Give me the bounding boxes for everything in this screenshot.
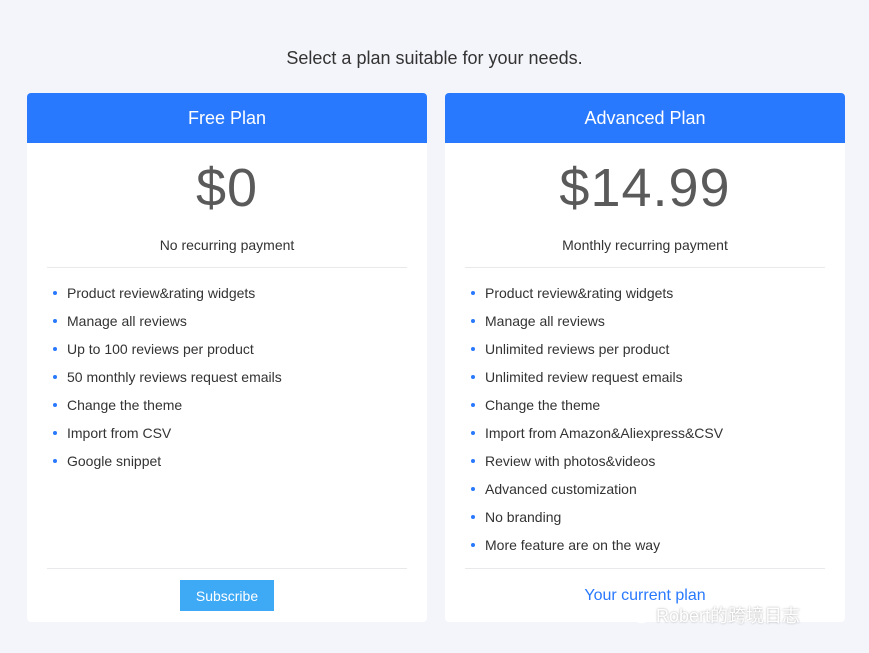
feature-item: Change the theme [471, 394, 845, 422]
plan-card-advanced: Advanced Plan $14.99 Monthly recurring p… [445, 93, 845, 622]
bullet-icon [471, 319, 475, 323]
plan-name: Free Plan [27, 93, 427, 143]
watermark: Robert的跨境日志 [626, 602, 800, 628]
bullet-icon [53, 347, 57, 351]
feature-item: Manage all reviews [53, 310, 427, 338]
feature-item: 50 monthly reviews request emails [53, 366, 427, 394]
feature-item: Unlimited reviews per product [471, 338, 845, 366]
bullet-icon [53, 431, 57, 435]
feature-item: Up to 100 reviews per product [53, 338, 427, 366]
feature-item: Import from Amazon&Aliexpress&CSV [471, 422, 845, 450]
bullet-icon [471, 291, 475, 295]
bullet-icon [471, 403, 475, 407]
bullet-icon [471, 347, 475, 351]
feature-item: Google snippet [53, 450, 427, 478]
feature-item: Product review&rating widgets [53, 282, 427, 310]
bullet-icon [53, 375, 57, 379]
bullet-icon [471, 487, 475, 491]
subscribe-button[interactable]: Subscribe [180, 580, 274, 611]
plan-card-free: Free Plan $0 No recurring payment Produc… [27, 93, 427, 622]
feature-item: Import from CSV [53, 422, 427, 450]
bullet-icon [471, 543, 475, 547]
wechat-icon [626, 605, 649, 624]
feature-list: Product review&rating widgets Manage all… [445, 268, 845, 562]
bullet-icon [53, 319, 57, 323]
feature-item: Review with photos&videos [471, 450, 845, 478]
feature-item: Advanced customization [471, 478, 845, 506]
page-title: Select a plan suitable for your needs. [286, 48, 583, 68]
feature-item: Unlimited review request emails [471, 366, 845, 394]
plan-price: $0 [195, 158, 259, 218]
bullet-icon [471, 431, 475, 435]
bullet-icon [471, 459, 475, 463]
watermark-text: Robert的跨境日志 [656, 606, 801, 626]
feature-item: Product review&rating widgets [471, 282, 845, 310]
plan-name: Advanced Plan [445, 93, 845, 143]
plan-price-note: Monthly recurring payment [562, 237, 728, 253]
bullet-icon [471, 375, 475, 379]
feature-item: More feature are on the way [471, 534, 845, 562]
feature-item: Manage all reviews [471, 310, 845, 338]
feature-list: Product review&rating widgets Manage all… [27, 268, 427, 478]
feature-item: No branding [471, 506, 845, 534]
bullet-icon [53, 403, 57, 407]
bullet-icon [53, 291, 57, 295]
plan-price-note: No recurring payment [159, 237, 295, 253]
plan-price: $14.99 [559, 158, 731, 218]
feature-item: Change the theme [53, 394, 427, 422]
bullet-icon [471, 515, 475, 519]
bullet-icon [53, 459, 57, 463]
card-footer: Subscribe [47, 568, 407, 622]
